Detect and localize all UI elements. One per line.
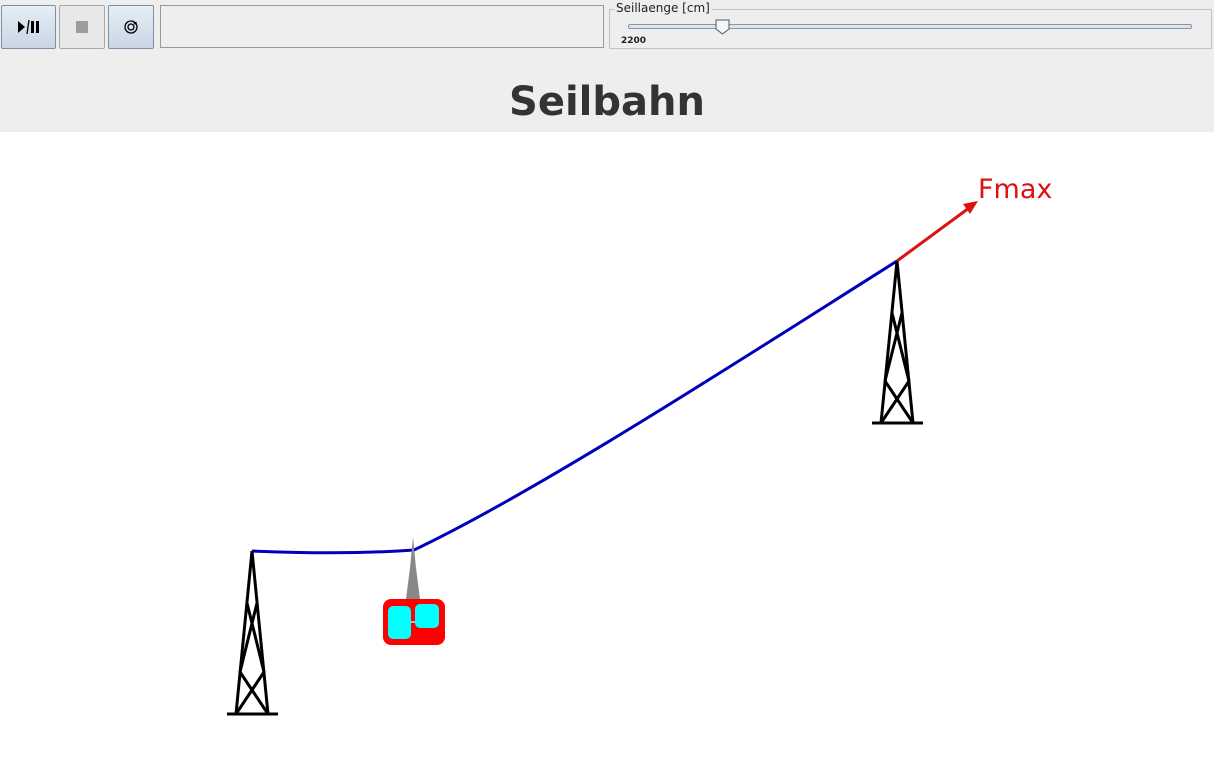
slider-value-label: 2200 (621, 36, 647, 46)
page-title: Seilbahn (509, 79, 705, 125)
gondola-window-right (415, 604, 439, 628)
scene-svg (227, 201, 978, 716)
left-tower (227, 550, 278, 716)
slider-thumb[interactable] (715, 19, 730, 35)
reset-button[interactable] (108, 5, 154, 49)
status-field[interactable] (160, 5, 604, 48)
simulation-canvas[interactable] (0, 132, 1214, 776)
right-tower (872, 260, 923, 425)
force-label: Fmax (978, 174, 1053, 205)
play-pause-button[interactable] (1, 5, 56, 49)
stop-icon (76, 21, 88, 33)
cable (251, 259, 898, 555)
stop-button[interactable] (59, 5, 105, 49)
slider-track[interactable] (628, 24, 1192, 29)
gondola-hanger (406, 537, 420, 599)
toolbar: Seillaenge [cm] 2200 Seilbahn (0, 0, 1214, 132)
cable-length-slider-panel: Seillaenge [cm] 2200 (609, 1, 1212, 49)
gondola-window-left (388, 606, 411, 639)
force-arrow (896, 201, 978, 263)
slider-title: Seillaenge [cm] (614, 1, 712, 15)
gondola (383, 537, 445, 645)
play-pause-icon (17, 19, 39, 35)
reset-icon (124, 20, 138, 34)
